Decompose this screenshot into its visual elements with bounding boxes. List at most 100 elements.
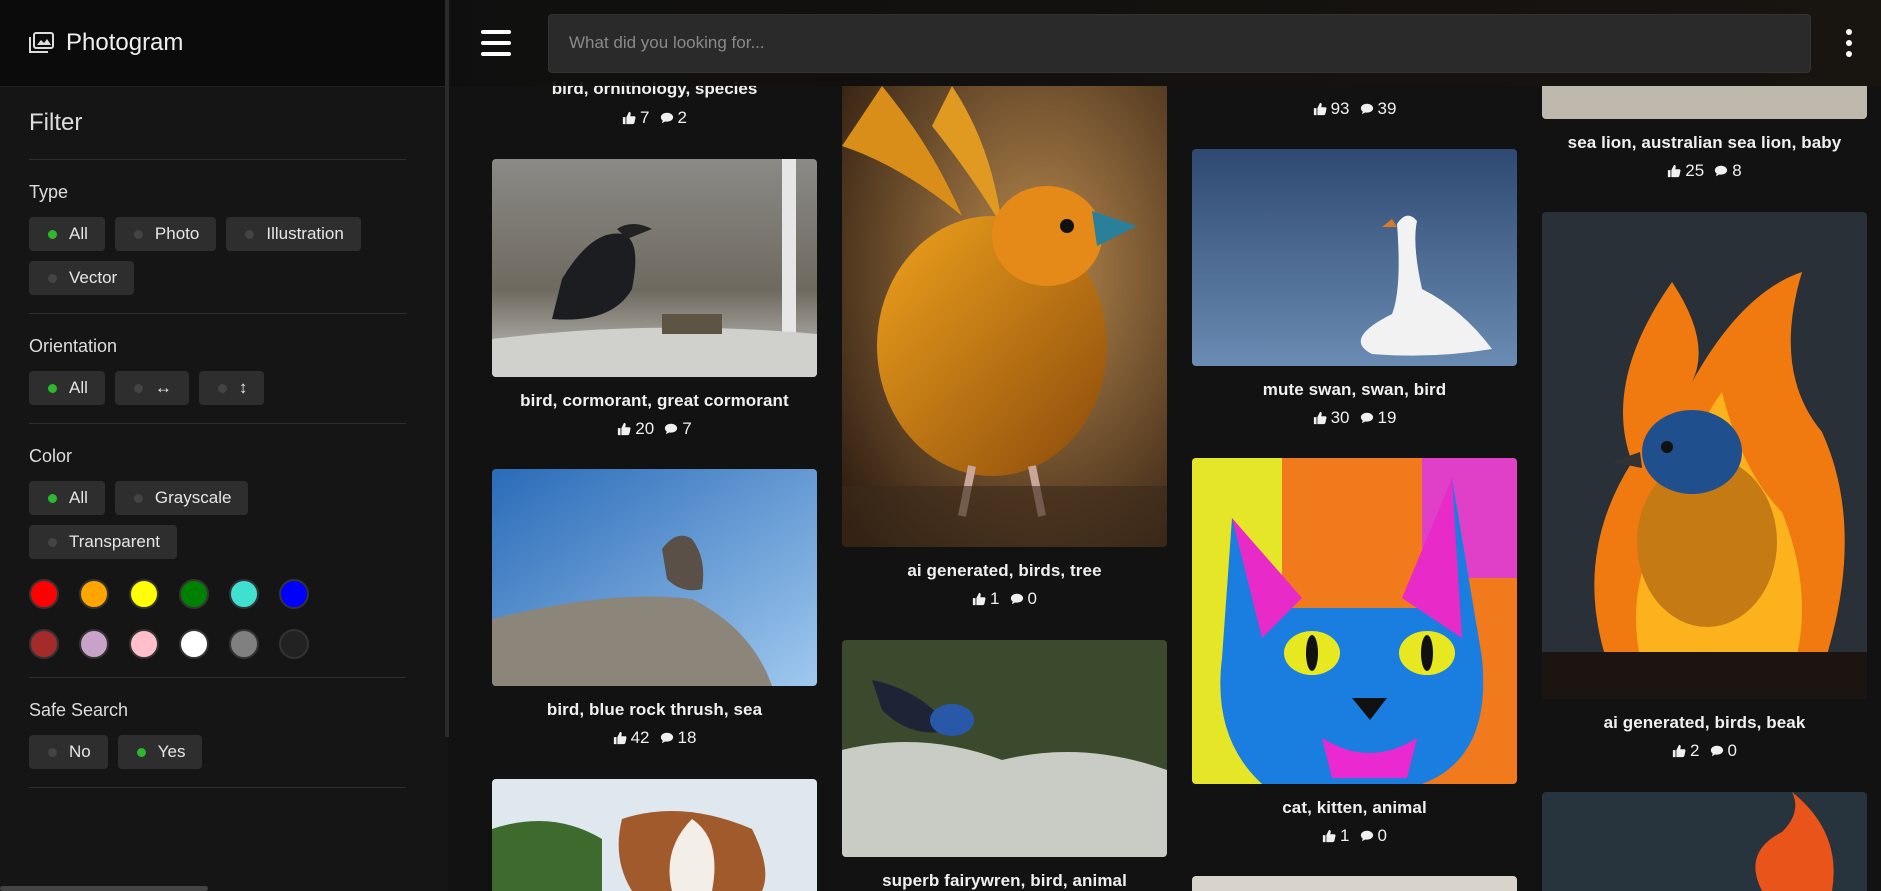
image-thumbnail[interactable]	[492, 469, 817, 686]
image-card[interactable]: ai generated, birds, beak 2 0	[1542, 212, 1867, 761]
image-card[interactable]	[492, 779, 817, 891]
image-thumbnail[interactable]	[842, 640, 1167, 857]
like-count-value: 30	[1330, 408, 1350, 427]
image-card[interactable]: bird, cormorant, great cormorant 20 7	[492, 159, 817, 439]
thumbs-up-icon	[618, 422, 631, 436]
like-count-value: 1	[1340, 826, 1350, 845]
image-card[interactable]: bird, blue rock thrush, sea 42 18	[492, 469, 817, 748]
unselected-dot	[245, 229, 255, 239]
swatch-turquoise[interactable]	[229, 579, 259, 609]
color-grayscale-chip[interactable]: Grayscale	[114, 481, 249, 515]
image-caption[interactable]: ai generated, birds, beak	[1542, 713, 1867, 733]
sidebar-header: Photogram	[0, 0, 448, 87]
orientation-filter: Orientation All ↔ ↕	[29, 314, 406, 424]
comment-count[interactable]: 0	[1360, 826, 1387, 846]
image-card[interactable]: ai generated, birds, tree 1 0	[842, 86, 1167, 609]
chip-label: All	[69, 224, 88, 243]
search-input[interactable]	[549, 32, 1810, 54]
chip-label: Vector	[69, 268, 118, 287]
image-thumbnail[interactable]	[492, 159, 817, 377]
comment-count[interactable]: 19	[1360, 408, 1396, 428]
selected-dot	[48, 493, 57, 503]
like-count[interactable]: 20	[617, 419, 654, 439]
swatch-yellow[interactable]	[129, 579, 159, 609]
image-thumbnail[interactable]	[492, 779, 817, 891]
safe-search-yes-chip[interactable]: Yes	[117, 735, 203, 769]
unselected-dot	[217, 383, 227, 393]
image-thumbnail[interactable]	[842, 86, 1167, 547]
image-stats: 7 2	[492, 108, 817, 128]
comment-count[interactable]: 0	[1710, 741, 1737, 761]
comment-count[interactable]: 2	[660, 108, 687, 128]
image-card[interactable]: mute swan, swan, bird 30 19	[1192, 149, 1517, 428]
sidebar-vertical-scrollbar[interactable]	[445, 0, 449, 737]
selected-dot	[48, 229, 57, 239]
comment-count[interactable]: 18	[660, 728, 697, 748]
color-transparent-chip[interactable]: Transparent	[29, 525, 178, 559]
type-photo-chip[interactable]: Photo	[114, 217, 217, 251]
brand-name[interactable]: Photogram	[66, 29, 183, 57]
like-count[interactable]: 7	[622, 108, 650, 128]
image-thumbnail[interactable]	[1192, 876, 1517, 891]
image-thumbnail[interactable]	[1542, 792, 1867, 891]
like-count[interactable]: 2	[1672, 741, 1700, 761]
swatch-white[interactable]	[179, 629, 209, 659]
thumbs-up-icon	[1313, 411, 1327, 425]
image-thumbnail[interactable]	[1542, 86, 1867, 119]
sidebar-horizontal-scrollbar[interactable]	[0, 886, 208, 891]
image-stats: 93 39	[1192, 99, 1517, 119]
photo-library-icon	[29, 32, 54, 53]
image-card[interactable]: sea lion, australian sea lion, baby 25 8	[1542, 86, 1867, 181]
image-caption[interactable]: superb fairywren, bird, animal	[842, 871, 1167, 891]
swatch-lilac[interactable]	[79, 629, 109, 659]
comment-count[interactable]: 39	[1360, 99, 1396, 119]
type-filter: Type All Photo Illustration Vector	[29, 160, 406, 314]
image-thumbnail[interactable]	[1192, 149, 1517, 366]
comment-count[interactable]: 0	[1010, 589, 1037, 609]
comment-count-value: 0	[1377, 826, 1387, 845]
more-options-icon[interactable]	[1846, 29, 1852, 57]
image-stats: 42 18	[492, 728, 817, 748]
like-count[interactable]: 42	[613, 728, 650, 748]
image-caption[interactable]: cat, kitten, animal	[1192, 798, 1517, 818]
swatch-pink[interactable]	[129, 629, 159, 659]
image-caption[interactable]: sea lion, australian sea lion, baby	[1542, 133, 1867, 153]
swatch-orange[interactable]	[79, 579, 109, 609]
swatch-black[interactable]	[279, 629, 309, 659]
like-count[interactable]: 1	[972, 589, 1000, 609]
swatch-blue[interactable]	[279, 579, 309, 609]
comment-count[interactable]: 8	[1714, 161, 1742, 181]
type-all-chip[interactable]: All	[29, 217, 105, 251]
image-card[interactable]	[1192, 876, 1517, 891]
swatch-green[interactable]	[179, 579, 209, 609]
type-vector-chip[interactable]: Vector	[29, 261, 135, 295]
comment-count-value: 18	[677, 728, 697, 747]
image-thumbnail[interactable]	[1192, 458, 1517, 784]
like-count[interactable]: 1	[1322, 826, 1350, 846]
like-count[interactable]: 93	[1313, 99, 1350, 119]
swatch-brown[interactable]	[29, 629, 59, 659]
image-caption[interactable]: ai generated, birds, tree	[842, 561, 1167, 581]
orientation-horizontal-chip[interactable]: ↔	[114, 371, 189, 405]
image-card[interactable]: superb fairywren, bird, animal	[842, 640, 1167, 891]
comment-icon	[1010, 593, 1023, 605]
comment-count[interactable]: 7	[664, 419, 692, 439]
image-caption[interactable]: bird, cormorant, great cormorant	[492, 391, 817, 411]
like-count-value: 1	[990, 589, 1000, 608]
image-card[interactable]	[1542, 792, 1867, 891]
type-illustration-chip[interactable]: Illustration	[226, 217, 361, 251]
search-box[interactable]	[548, 13, 1811, 73]
image-card[interactable]: cat, kitten, animal 1 0	[1192, 458, 1517, 846]
swatch-gray[interactable]	[229, 629, 259, 659]
color-all-chip[interactable]: All	[29, 481, 105, 515]
like-count[interactable]: 30	[1313, 408, 1350, 428]
image-thumbnail[interactable]	[1542, 212, 1867, 699]
safe-search-no-chip[interactable]: No	[29, 735, 108, 769]
swatch-red[interactable]	[29, 579, 59, 609]
orientation-all-chip[interactable]: All	[29, 371, 105, 405]
image-caption[interactable]: bird, blue rock thrush, sea	[492, 700, 817, 720]
image-caption[interactable]: mute swan, swan, bird	[1192, 380, 1517, 400]
orientation-vertical-chip[interactable]: ↕	[198, 371, 265, 405]
like-count[interactable]: 25	[1667, 161, 1704, 181]
hamburger-menu-icon[interactable]	[481, 30, 511, 56]
